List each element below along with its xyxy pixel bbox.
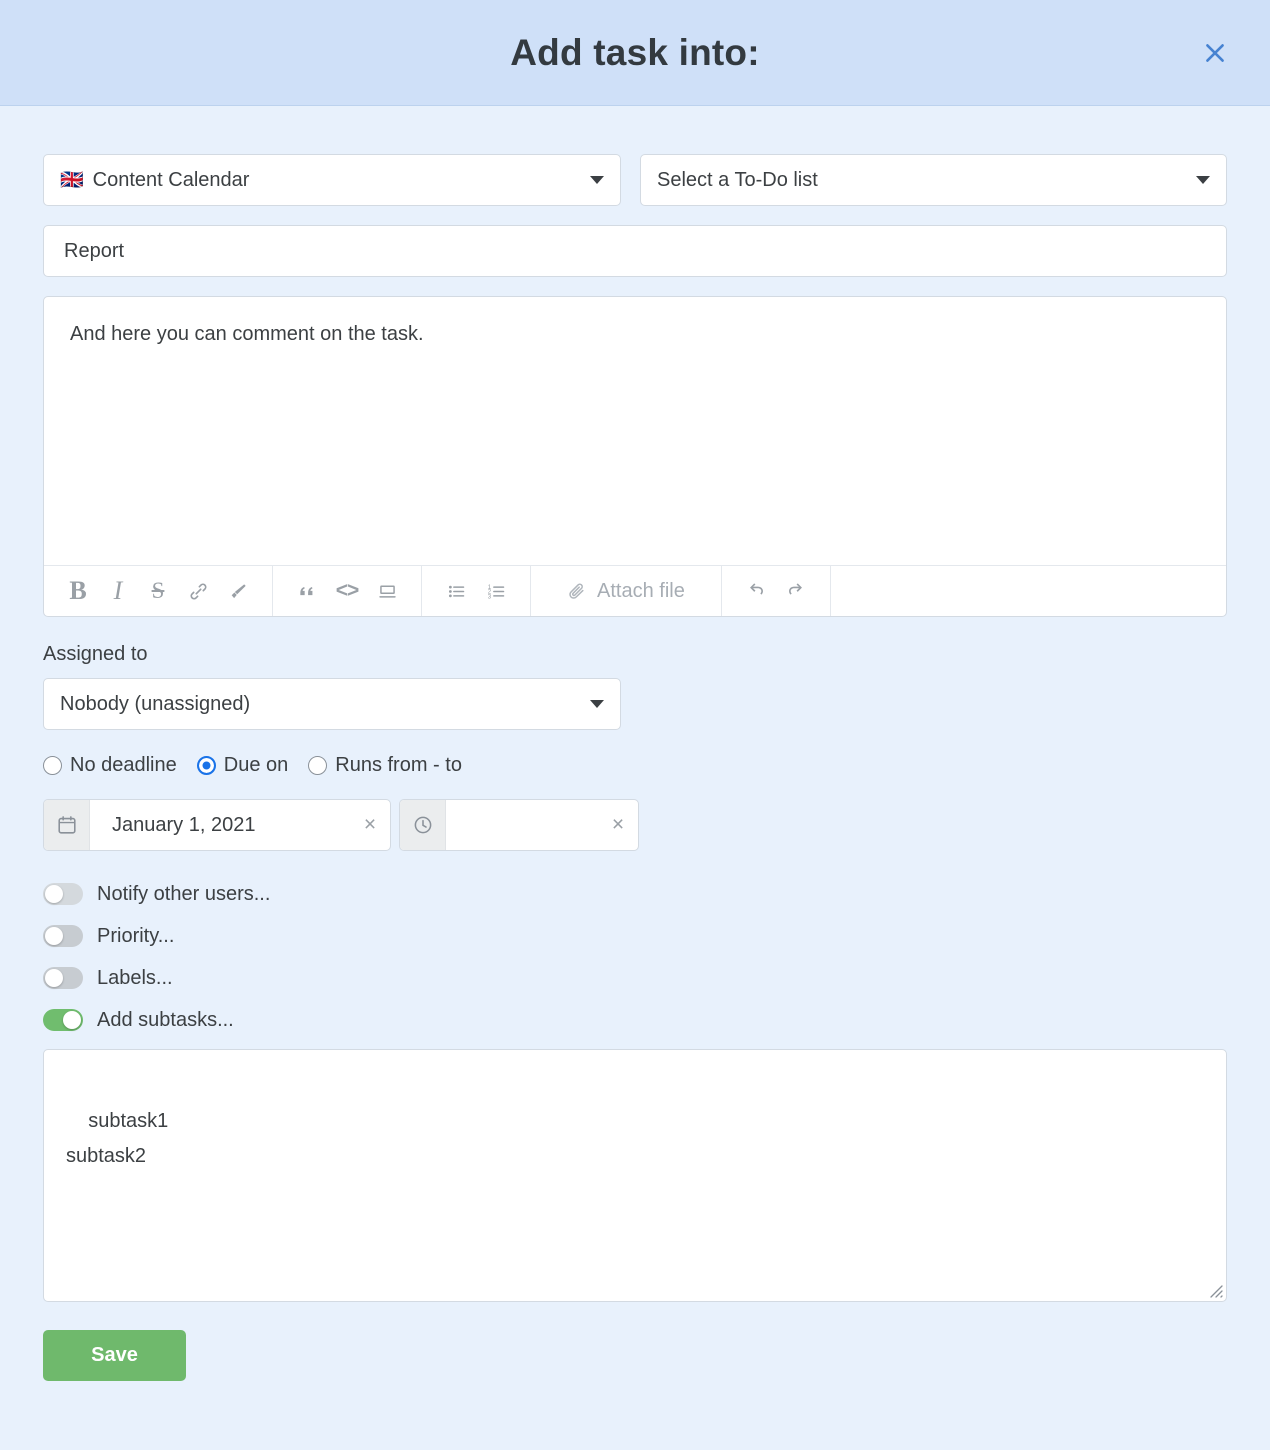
radio-label: Due on xyxy=(223,754,289,776)
toggle-add-subtasks[interactable]: Add subtasks... xyxy=(43,999,1227,1041)
attach-file-button[interactable]: Attach file xyxy=(545,580,707,603)
toggle-label: Priority... xyxy=(97,924,175,947)
date-input[interactable]: January 1, 2021 xyxy=(90,800,269,850)
description-value: And here you can comment on the task. xyxy=(70,323,424,345)
undo-icon xyxy=(749,583,763,595)
toolbar-group-format: B I S xyxy=(44,566,273,616)
chevron-down-icon xyxy=(590,176,604,184)
radio-due-on[interactable]: Due on xyxy=(196,754,289,777)
toggle-labels[interactable]: Labels... xyxy=(43,957,1227,999)
time-field: × xyxy=(399,799,639,851)
close-icon xyxy=(1206,43,1224,62)
close-button[interactable] xyxy=(1198,36,1232,70)
toggle-label: Notify other users... xyxy=(97,882,271,905)
attach-file-label: Attach file xyxy=(597,579,685,602)
datetime-row: January 1, 2021 × × xyxy=(43,799,1227,851)
radio-label: Runs from - to xyxy=(335,754,462,776)
toolbar-group-history xyxy=(722,566,831,616)
link-button[interactable] xyxy=(178,566,218,617)
clear-time-button[interactable]: × xyxy=(598,800,638,850)
subtasks-value: subtask1 subtask2 xyxy=(66,1110,169,1167)
divider-button[interactable] xyxy=(367,566,407,617)
toggle-switch xyxy=(43,967,83,989)
toolbar-group-attach: Attach file xyxy=(531,566,722,616)
todo-list-select[interactable]: Select a To-Do list xyxy=(640,154,1227,206)
chevron-down-icon xyxy=(1196,176,1210,184)
select-row: 🇬🇧 Content Calendar Select a To-Do list xyxy=(43,154,1227,206)
italic-button[interactable]: I xyxy=(98,566,138,617)
redo-icon xyxy=(788,583,802,595)
toggle-priority[interactable]: Priority... xyxy=(43,915,1227,957)
subtasks-textarea[interactable]: subtask1 subtask2 xyxy=(43,1049,1227,1302)
clear-date-button[interactable]: × xyxy=(350,800,390,850)
toolbar-group-block: <> xyxy=(273,566,422,616)
numbered-list-icon: 1 2 3 xyxy=(487,583,504,600)
redo-button[interactable] xyxy=(776,566,816,617)
bold-button[interactable]: B xyxy=(58,566,98,617)
page-title: Add task into: xyxy=(510,31,760,73)
paperclip-icon xyxy=(569,583,584,599)
assigned-to-select[interactable]: Nobody (unassigned) xyxy=(43,678,621,730)
strikethrough-button[interactable]: S xyxy=(138,566,178,617)
radio-indicator xyxy=(308,756,328,775)
resize-handle-icon[interactable] xyxy=(1207,1282,1223,1298)
radio-label: No deadline xyxy=(70,754,177,776)
radio-runs-from-to[interactable]: Runs from - to xyxy=(308,754,462,777)
toggle-switch-on xyxy=(43,1009,83,1031)
toolbar-group-lists: 1 2 3 xyxy=(422,566,531,616)
link-icon xyxy=(190,583,206,599)
project-select-value: Content Calendar xyxy=(92,168,250,191)
svg-text:3: 3 xyxy=(487,593,491,600)
calendar-icon xyxy=(57,816,76,834)
task-title-value: Report xyxy=(64,239,125,262)
project-select[interactable]: 🇬🇧 Content Calendar xyxy=(43,154,621,206)
toggle-switch xyxy=(43,883,83,905)
modal-body: 🇬🇧 Content Calendar Select a To-Do list … xyxy=(0,106,1270,1381)
chevron-down-icon xyxy=(590,700,604,708)
radio-indicator xyxy=(43,756,62,775)
task-title-input[interactable]: Report xyxy=(43,225,1227,277)
description-input[interactable]: And here you can comment on the task. xyxy=(44,297,1226,565)
assigned-to-value: Nobody (unassigned) xyxy=(60,692,251,715)
uk-flag-icon: 🇬🇧 xyxy=(60,169,84,191)
quote-icon xyxy=(300,587,313,596)
modal-header: Add task into: xyxy=(0,0,1270,106)
brush-button[interactable] xyxy=(218,566,258,617)
save-button[interactable]: Save xyxy=(43,1330,186,1381)
quote-button[interactable] xyxy=(287,566,327,617)
bullet-list-button[interactable] xyxy=(436,566,476,617)
numbered-list-button[interactable]: 1 2 3 xyxy=(476,566,516,617)
time-input[interactable] xyxy=(446,800,482,850)
bullet-list-icon xyxy=(448,585,464,597)
editor-toolbar: B I S <> 1 2 3 Attach file xyxy=(44,565,1226,616)
options-toggle-list: Notify other users... Priority... Labels… xyxy=(43,873,1227,1041)
task-description-editor: And here you can comment on the task. B … xyxy=(43,296,1227,617)
brush-icon xyxy=(231,583,246,598)
code-button[interactable]: <> xyxy=(327,566,367,617)
deadline-radio-group: No deadline Due on Runs from - to xyxy=(43,754,1227,777)
toggle-label: Labels... xyxy=(97,966,173,989)
toggle-notify-other-users[interactable]: Notify other users... xyxy=(43,873,1227,915)
divider-icon xyxy=(378,585,396,598)
date-value: January 1, 2021 xyxy=(112,813,256,836)
calendar-button[interactable] xyxy=(44,800,90,850)
toggle-label: Add subtasks... xyxy=(97,1008,234,1031)
toggle-switch xyxy=(43,925,83,947)
radio-no-deadline[interactable]: No deadline xyxy=(43,754,177,777)
clock-button[interactable] xyxy=(400,800,446,850)
clock-icon xyxy=(414,816,431,834)
todo-list-select-value: Select a To-Do list xyxy=(657,168,818,191)
undo-button[interactable] xyxy=(736,566,776,617)
radio-indicator-selected xyxy=(196,756,216,775)
assigned-to-label: Assigned to xyxy=(43,643,148,665)
date-field: January 1, 2021 × xyxy=(43,799,391,851)
